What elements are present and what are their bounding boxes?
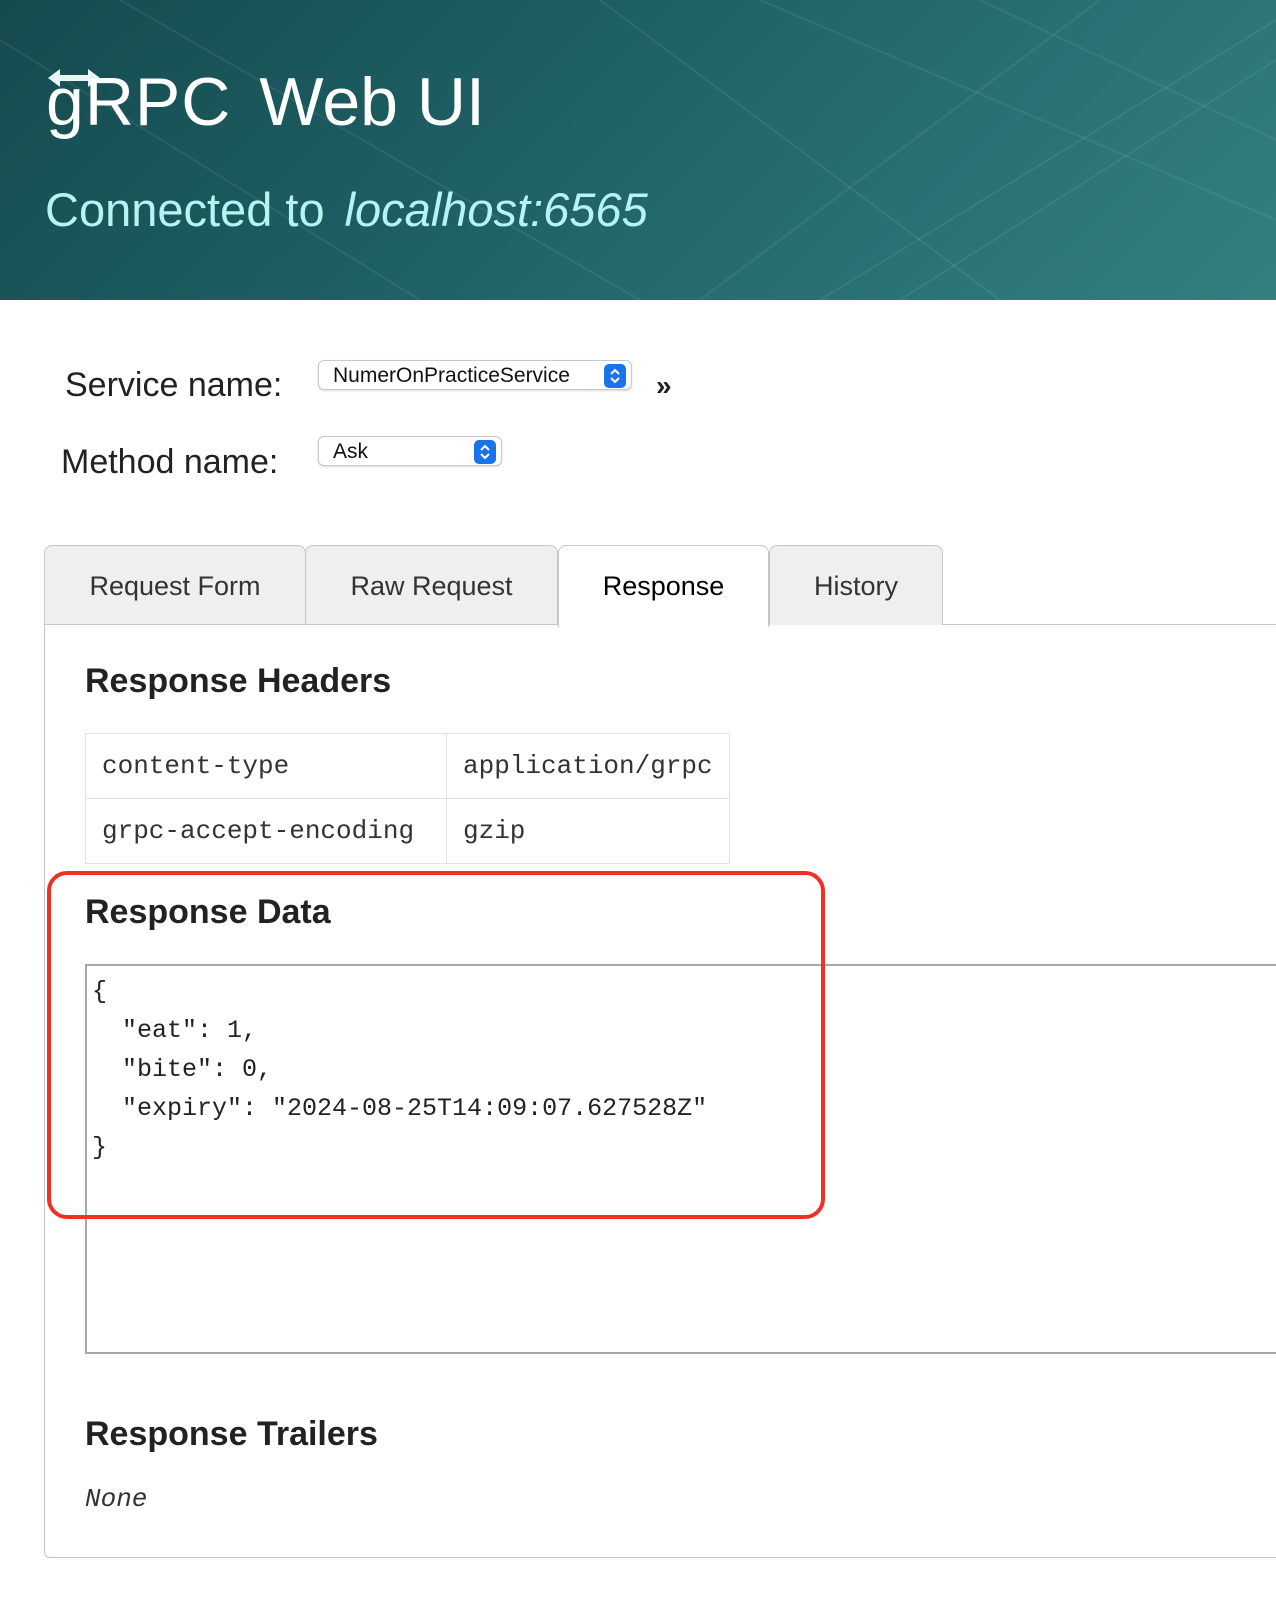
header-background-pattern	[0, 0, 1276, 300]
table-row: content-type application/grpc	[85, 733, 730, 799]
response-headers-table: content-type application/grpc grpc-accep…	[85, 733, 730, 864]
response-trailers-value: None	[85, 1484, 148, 1514]
connection-status: Connected to localhost:6565	[45, 182, 648, 238]
tab-response[interactable]: Response	[558, 545, 769, 627]
double-chevron-right-icon[interactable]: »	[656, 370, 672, 402]
host-address: localhost:6565	[344, 183, 648, 236]
method-name-select[interactable]: Ask	[318, 436, 502, 466]
tab-raw-request[interactable]: Raw Request	[305, 545, 558, 625]
header-name-cell: grpc-accept-encoding	[85, 798, 447, 864]
page-header: gRPC Web UI Connected to localhost:6565	[0, 0, 1276, 300]
method-name-label: Method name:	[61, 443, 279, 481]
service-name-value: NumerOnPracticeService	[333, 364, 570, 387]
response-headers-title: Response Headers	[85, 662, 392, 700]
highlight-annotation	[47, 871, 825, 1219]
service-name-select[interactable]: NumerOnPracticeService	[318, 360, 632, 390]
connected-label: Connected to	[45, 183, 325, 236]
app-logo: gRPC Web UI	[46, 62, 485, 142]
service-name-label: Service name:	[65, 366, 283, 404]
tab-history[interactable]: History	[769, 545, 943, 625]
response-trailers-title: Response Trailers	[85, 1415, 378, 1453]
tab-request-form[interactable]: Request Form	[44, 545, 306, 625]
select-caret-icon	[604, 364, 626, 388]
method-name-value: Ask	[333, 440, 369, 463]
select-caret-icon	[474, 440, 496, 464]
header-value-cell: gzip	[446, 798, 730, 864]
logo-grpc-text: gRPC	[46, 64, 232, 140]
header-value-cell: application/grpc	[446, 733, 730, 799]
logo-web-ui-text: Web UI	[259, 64, 485, 140]
header-name-cell: content-type	[85, 733, 447, 799]
table-row: grpc-accept-encoding gzip	[85, 798, 730, 864]
